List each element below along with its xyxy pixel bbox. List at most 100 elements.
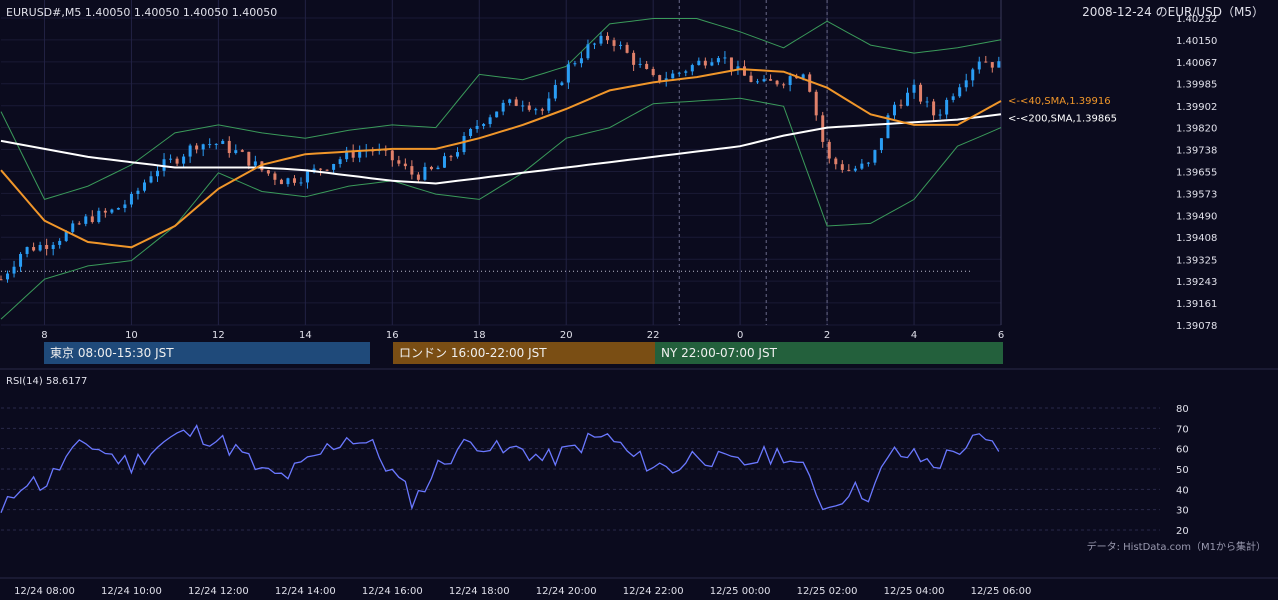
candle-up (136, 190, 140, 194)
candle-down (397, 160, 401, 164)
candle-up (619, 44, 623, 46)
candle-down (227, 140, 231, 154)
candle-up (482, 124, 486, 126)
sma-annotations: <-<40,SMA,1.39916 <-<200,SMA,1.39865 (1008, 96, 1117, 125)
session-tokyo: 東京 08:00-15:30 JST (44, 342, 370, 364)
datetime-tick-label: 12/25 04:00 (884, 586, 945, 597)
candle-up (788, 76, 792, 86)
candle-up (156, 170, 160, 177)
candle-up (475, 125, 479, 129)
candle-down (827, 141, 831, 159)
candle-down (449, 156, 453, 158)
candle-down (932, 101, 936, 116)
main-chart-grid (1, 0, 1002, 326)
candle-up (866, 162, 870, 164)
candle-up (221, 140, 225, 144)
datetime-tick-label: 12/24 16:00 (362, 586, 423, 597)
candle-up (97, 210, 101, 223)
rsi-tick-label: 40 (1176, 485, 1189, 496)
datetime-tick-label: 12/24 08:00 (14, 586, 75, 597)
candle-up (201, 144, 205, 150)
candle-down (990, 62, 994, 68)
candle-up (182, 156, 186, 164)
sma40-line (0, 68, 1002, 249)
price-tick-label: 1.39985 (1176, 80, 1217, 91)
candle-up (332, 164, 336, 170)
candle-up (964, 80, 968, 88)
candle-down (319, 168, 323, 170)
candle-down (847, 169, 851, 171)
candle-up (853, 168, 857, 171)
candle-down (782, 84, 786, 86)
candle-down (606, 35, 610, 41)
candle-up (971, 69, 975, 81)
candle-up (149, 176, 153, 183)
bollinger-bands (0, 18, 1002, 320)
hour-tick-label: 14 (299, 330, 312, 341)
session-divider-lines (678, 0, 828, 325)
rsi-tick-label: 30 (1176, 506, 1189, 517)
candle-down (742, 66, 746, 76)
hour-tick-label: 16 (386, 330, 399, 341)
candle-up (951, 96, 955, 100)
candle-up (945, 99, 949, 115)
candle-up (860, 163, 864, 169)
candle-up (977, 61, 981, 70)
datetime-axis: 12/24 08:00 12/24 10:00 12/24 12:00 12/24 1… (14, 586, 1031, 597)
candle-up (286, 178, 290, 185)
candle-down (625, 44, 629, 53)
hour-tick-label: 10 (125, 330, 138, 341)
symbol-info: EURUSD#,M5 1.40050 1.40050 1.40050 1.400… (6, 6, 277, 19)
candle-up (906, 92, 910, 106)
candle-down (266, 170, 270, 174)
candle-down (658, 75, 662, 82)
hour-tick-label: 8 (41, 330, 47, 341)
price-axis: 1.402321.401501.400671.399851.399021.398… (1176, 14, 1217, 332)
candle-down (703, 60, 707, 66)
rsi-label: RSI(14) 58.6177 (6, 376, 87, 387)
hour-tick-label: 12 (212, 330, 225, 341)
candle-up (684, 71, 688, 73)
candle-up (462, 136, 466, 153)
hour-tick-label: 18 (473, 330, 486, 341)
rsi-tick-label: 60 (1176, 445, 1189, 456)
datetime-tick-label: 12/25 06:00 (971, 586, 1032, 597)
candle-down (429, 166, 433, 170)
candle-down (514, 99, 518, 106)
candle-down (279, 179, 283, 185)
candle-up (501, 102, 505, 112)
rsi-axis: 80 70 60 50 40 30 20 (1176, 404, 1189, 537)
candle-up (592, 43, 596, 45)
price-tick-label: 1.40067 (1176, 58, 1217, 69)
candle-down (390, 150, 394, 161)
candle-up (12, 266, 16, 274)
datetime-tick-label: 12/24 12:00 (188, 586, 249, 597)
candle-up (442, 156, 446, 168)
price-tick-label: 1.39902 (1176, 102, 1217, 113)
candle-down (729, 57, 733, 70)
rsi-tick-label: 70 (1176, 424, 1189, 435)
hour-tick-label: 6 (998, 330, 1004, 341)
candle-down (292, 178, 296, 183)
candle-down (834, 158, 838, 165)
candle-up (116, 208, 120, 210)
candle-up (586, 44, 590, 59)
candle-down (325, 169, 329, 171)
candle-up (488, 117, 492, 125)
candle-down (632, 52, 636, 65)
candle-down (749, 75, 753, 82)
candle-up (234, 150, 238, 154)
candle-up (358, 151, 362, 158)
data-credit: データ: HistData.com（M1から集計） (1087, 540, 1266, 553)
candle-up (162, 159, 166, 171)
candle-down (403, 163, 407, 167)
datetime-tick-label: 12/24 20:00 (536, 586, 597, 597)
price-tick-label: 1.39655 (1176, 168, 1217, 179)
hour-tick-label: 2 (824, 330, 830, 341)
hour-tick-label: 0 (737, 330, 743, 341)
price-tick-label: 1.39078 (1176, 321, 1217, 332)
candle-up (912, 84, 916, 93)
candle-down (175, 158, 179, 164)
candle-down (775, 80, 779, 85)
candle-up (756, 81, 760, 83)
